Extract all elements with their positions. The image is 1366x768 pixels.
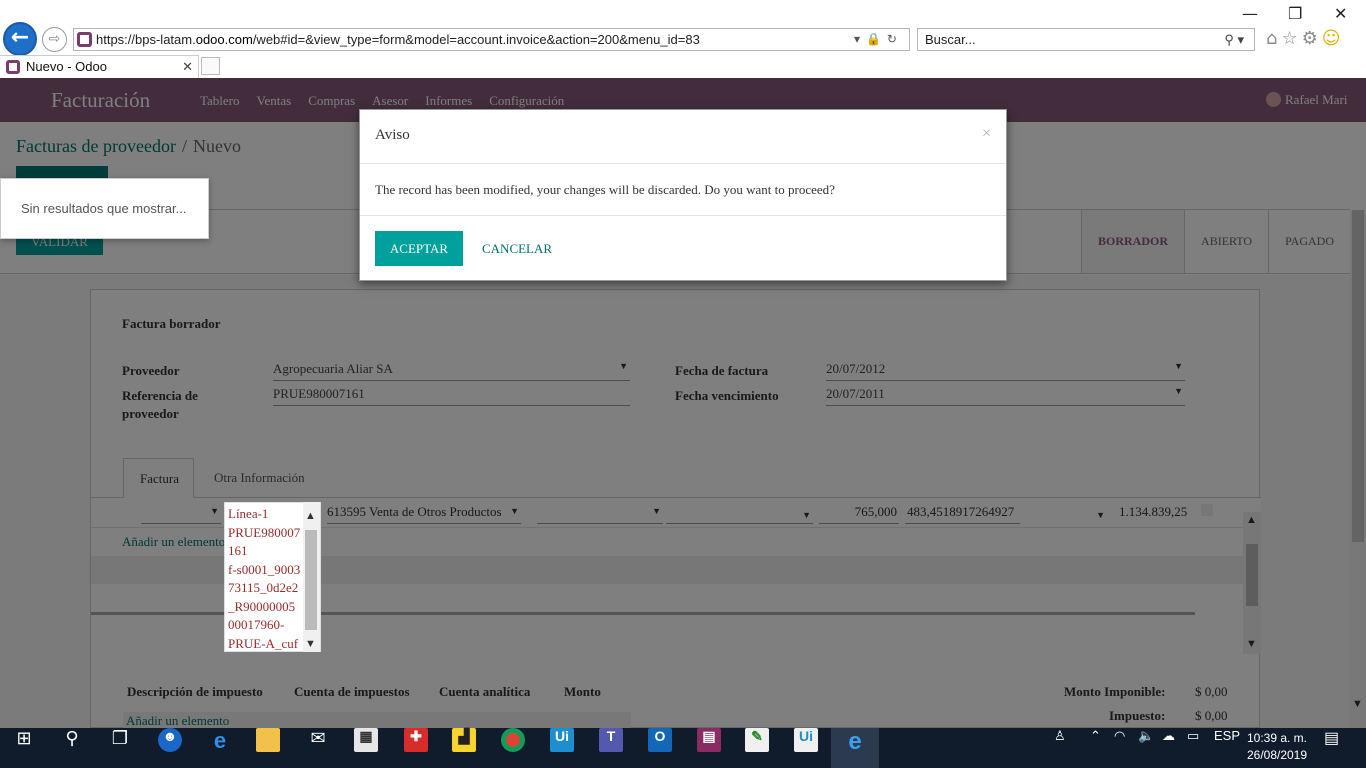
tray-overflow-icon[interactable]: ⌃ [1090,728,1101,768]
tab-close-icon[interactable]: ✕ [182,56,193,78]
cancel-button[interactable]: CANCELAR [482,231,552,266]
dialog-divider [360,163,1006,164]
browser-toolbar-icons: ⌂☆⚙☺ [1266,28,1344,49]
tab-title: Nuevo - Odoo [26,59,107,74]
scroll-thumb[interactable] [305,530,317,630]
odoo-tab-favicon-icon [6,60,20,74]
settings-gear-icon[interactable]: ⚙ [1302,28,1322,49]
sticky-notes-icon[interactable]: ▟ [440,728,488,768]
new-tab-icon[interactable] [201,57,220,75]
close-icon[interactable]: × [982,125,991,143]
address-url: https://bps-latam.odoo.com/web#id=&view_… [96,32,700,47]
clock-time: 10:39 a. m. [1246,731,1308,745]
search-icon[interactable]: ⚲ [48,728,96,768]
outlook-icon[interactable]: O [636,728,684,768]
odoo-favicon-icon [77,32,92,47]
favorites-star-icon[interactable]: ☆ [1281,28,1301,49]
system-clock[interactable]: 10:39 a. m. 26/08/2019 [1244,730,1310,764]
people-app-icon[interactable]: ☻ [146,728,194,768]
task-view-icon[interactable]: ❐ [96,728,144,768]
battery-icon[interactable]: ▭ [1187,728,1199,768]
autocomplete-dropdown: Sin resultados que mostrar... [0,178,209,239]
warning-dialog: Aviso × The record has been modified, yo… [359,109,1007,281]
notepad-icon[interactable]: ✎ [733,728,781,768]
forward-arrow-icon[interactable]: ⇨ [42,27,67,52]
dialog-divider [360,215,1006,216]
scroll-down-icon[interactable]: ▼ [305,638,316,650]
dialog-title: Aviso [375,127,410,143]
winrar-icon[interactable]: ▤ [685,728,733,768]
search-icon[interactable]: ⚲ ▾ [1224,29,1244,50]
teams-icon[interactable]: T [587,728,635,768]
clock-date: 26/08/2019 [1246,748,1308,762]
home-icon[interactable]: ⌂ [1266,28,1281,49]
edge-icon[interactable]: e [196,728,244,768]
scroll-up-icon[interactable]: ▲ [305,510,316,522]
minimize-icon[interactable]: — [1242,4,1258,23]
windows-taskbar: ⊞ ⚲ ❐ ☻ e ✉ ▦ ✚ ▟ Ui T O ▤ ✎ Ui e ♙ ⌃ ◠ … [0,728,1366,768]
volume-icon[interactable]: 🔈 [1138,728,1154,768]
file-explorer-icon[interactable] [244,728,292,768]
browser-chrome: ← ⇨ https://bps-latam.odoo.com/web#id=&v… [0,0,1366,78]
windows-start-icon[interactable]: ⊞ [0,728,48,768]
uipath-studio-icon[interactable]: Ui [782,728,830,768]
back-arrow-icon[interactable]: ← [3,22,37,56]
feedback-smiley-icon[interactable]: ☺ [1322,28,1345,49]
wifi-icon[interactable]: ◠ [1114,728,1125,768]
gift-app-icon[interactable]: ✚ [392,728,440,768]
language-indicator[interactable]: ESP [1214,728,1240,768]
popup-scrollbar[interactable]: ▲ ▼ [303,502,320,652]
address-controls[interactable]: ▾🔒↻ [854,29,903,50]
mail-icon[interactable]: ✉ [294,728,342,768]
dialog-message: The record has been modified, your chang… [375,182,835,197]
uipath-icon[interactable]: Ui [538,728,586,768]
chrome-icon[interactable] [489,728,537,768]
internet-explorer-icon[interactable]: e [831,728,879,768]
onedrive-icon[interactable]: ☁ [1162,728,1175,768]
people-tray-icon[interactable]: ♙ [1054,728,1066,768]
browser-tab[interactable]: Nuevo - Odoo ✕ [0,55,199,78]
accept-button[interactable]: ACEPTAR [375,231,463,266]
store-icon[interactable]: ▦ [342,728,390,768]
restore-icon[interactable]: ❐ [1288,4,1302,23]
window-close-icon[interactable]: ✕ [1334,4,1347,23]
browser-search-input[interactable]: Buscar... ⚲ ▾ [917,28,1255,51]
notifications-icon[interactable]: ▤ [1324,728,1339,768]
address-bar[interactable]: https://bps-latam.odoo.com/web#id=&view_… [73,28,910,51]
